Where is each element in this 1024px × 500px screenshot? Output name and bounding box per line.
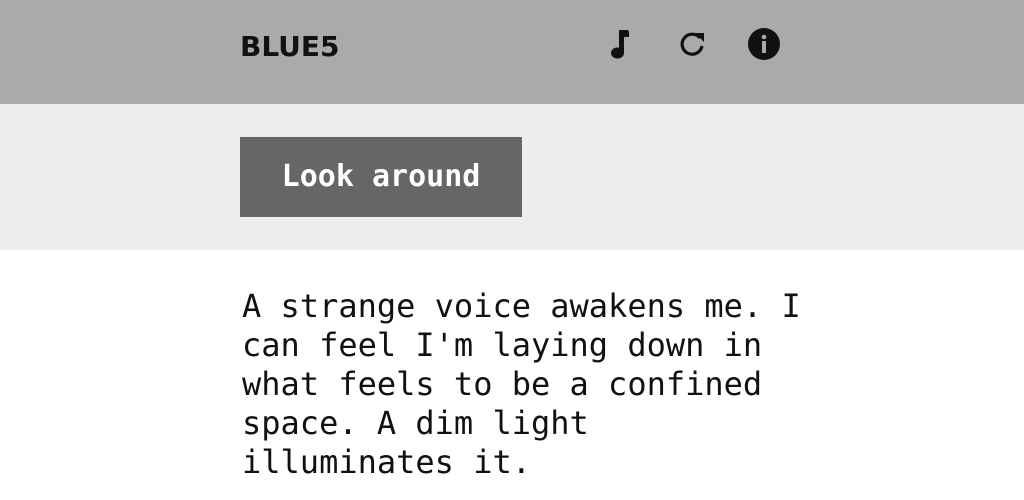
refresh-icon[interactable]	[675, 27, 709, 61]
top-bar: BLUE5	[0, 0, 1024, 104]
info-icon[interactable]	[747, 27, 781, 61]
music-note-icon[interactable]	[603, 27, 637, 61]
story-text: A strange voice awakens me. I can feel I…	[242, 287, 801, 481]
action-bar: Look around	[0, 104, 1024, 250]
game-title: BLUE5	[240, 30, 340, 63]
look-around-button[interactable]: Look around	[240, 137, 522, 217]
